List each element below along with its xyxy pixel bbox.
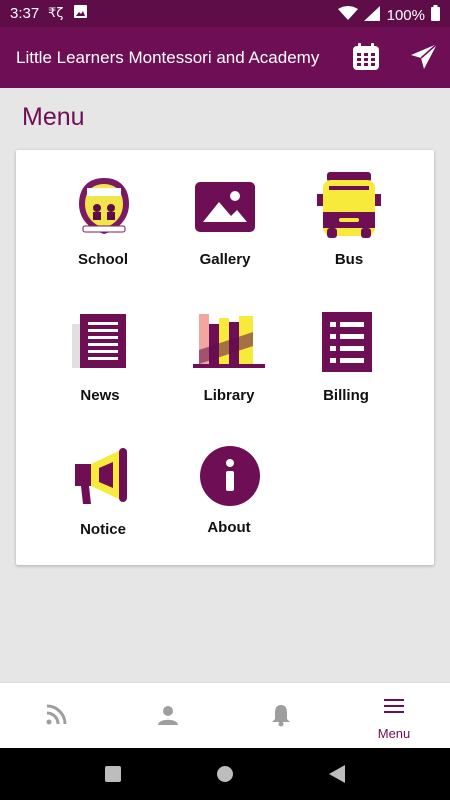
- menu-item-billing[interactable]: Billing: [286, 310, 406, 420]
- recents-icon: [105, 766, 121, 782]
- menu-item-about[interactable]: About: [169, 446, 289, 556]
- calendar-button[interactable]: [352, 43, 380, 71]
- menu-item-label: Library: [203, 387, 255, 404]
- menu-icon: [384, 699, 404, 713]
- signal-icon: [363, 5, 381, 25]
- recents-button[interactable]: [101, 762, 125, 786]
- school-logo: [73, 176, 135, 238]
- menu-item-label: Notice: [80, 521, 126, 538]
- info-icon: [199, 446, 261, 508]
- profile-icon: [158, 706, 178, 725]
- back-icon: [329, 765, 345, 783]
- menu-item-label: Gallery: [199, 251, 251, 268]
- nav-item-feed[interactable]: [0, 683, 112, 749]
- menu-item-label: News: [80, 387, 120, 404]
- image-icon: [73, 4, 88, 22]
- page-title: Menu: [22, 103, 85, 131]
- bottom-nav: Menu: [0, 682, 450, 748]
- nav-item-menu-label: Menu: [377, 726, 411, 741]
- menu-item-notice[interactable]: Notice: [43, 446, 163, 556]
- home-button[interactable]: [213, 762, 237, 786]
- home-icon: [217, 766, 233, 782]
- menu-item-school[interactable]: School: [43, 176, 163, 286]
- gallery-icon: [195, 176, 257, 238]
- menu-item-label: School: [77, 251, 128, 268]
- status-time: 3:37: [10, 5, 40, 22]
- calendar-icon: [353, 43, 379, 70]
- nav-item-notifications[interactable]: [225, 683, 337, 749]
- send-icon: [411, 43, 438, 69]
- menu-item-label: Bus: [334, 251, 364, 268]
- send-button[interactable]: [410, 43, 438, 71]
- rss-feed-icon: [46, 704, 67, 725]
- app-bar: Little Learners Montessori and Academy: [0, 27, 450, 88]
- bell-icon: [272, 705, 290, 727]
- menu-item-label: About: [207, 519, 251, 536]
- app-title: Little Learners Montessori and Academy: [16, 48, 320, 67]
- menu-item-library[interactable]: Library: [169, 310, 289, 420]
- billing-icon: [316, 310, 378, 372]
- status-bar: 3:37 ₹ζ 100%: [0, 0, 450, 27]
- menu-item-news[interactable]: News: [40, 310, 160, 420]
- battery-icon: [431, 5, 440, 25]
- wifi-icon: [337, 5, 358, 25]
- megaphone-icon: [73, 446, 135, 508]
- bus-icon: [317, 170, 383, 242]
- menu-item-label: Billing: [323, 387, 369, 404]
- news-icon: [70, 310, 132, 372]
- battery-percent: 100%: [386, 6, 425, 24]
- menu-item-bus[interactable]: Bus: [289, 170, 409, 280]
- library-icon: [193, 310, 267, 372]
- back-button[interactable]: [325, 762, 349, 786]
- nav-item-menu[interactable]: Menu: [338, 683, 450, 749]
- app-notification-icon: ₹ζ: [48, 4, 66, 23]
- svg-text:₹ζ: ₹ζ: [48, 6, 63, 20]
- system-nav-bar: [0, 748, 450, 800]
- nav-item-profile[interactable]: [112, 683, 224, 749]
- menu-item-gallery[interactable]: Gallery: [165, 176, 285, 286]
- menu-card: School Gallery Bus News Library Billing …: [16, 150, 434, 565]
